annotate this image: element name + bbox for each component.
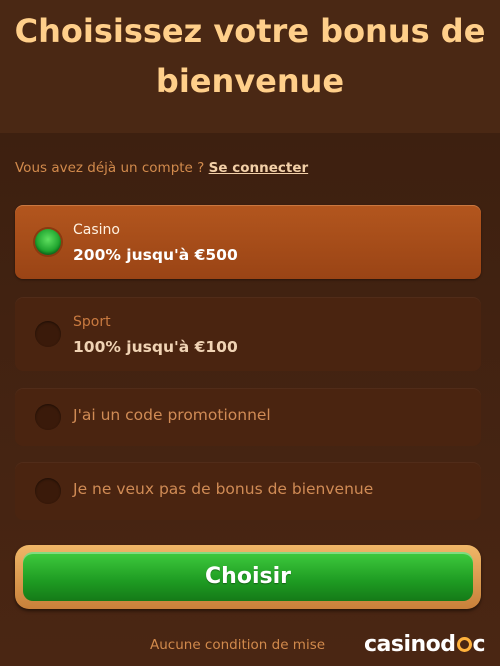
option-casino[interactable]: Casino 200% jusqu'à €500 [15,205,481,279]
option-no-bonus[interactable]: Je ne veux pas de bonus de bienvenue [15,462,481,520]
radio-no-bonus[interactable] [35,478,61,504]
option-sport-value: 100% jusqu'à €100 [73,338,238,356]
page-title: Choisissez votre bonus de bienvenue [14,12,486,100]
login-prompt: Vous avez déjà un compte ? Se connecter [15,160,308,176]
choose-button[interactable]: Choisir [23,552,473,601]
option-sport[interactable]: Sport 100% jusqu'à €100 [15,297,481,371]
casinodoc-logo: casinod c [364,632,486,657]
login-link[interactable]: Se connecter [209,160,309,176]
radio-promo-code[interactable] [35,404,61,430]
radio-casino[interactable] [35,229,61,255]
option-promo-code[interactable]: J'ai un code promotionnel [15,388,481,446]
option-no-bonus-label: Je ne veux pas de bonus de bienvenue [73,480,374,498]
logo-o-icon [456,637,472,652]
header: Choisissez votre bonus de bienvenue [0,0,500,133]
option-sport-label: Sport [73,314,111,330]
option-promo-code-label: J'ai un code promotionnel [73,406,271,424]
option-casino-label: Casino [73,222,120,238]
wagering-note: Aucune condition de mise [150,637,326,653]
radio-sport[interactable] [35,321,61,347]
login-prompt-text: Vous avez déjà un compte ? [15,160,205,176]
choose-button-frame: Choisir [15,545,481,609]
option-casino-value: 200% jusqu'à €500 [73,246,238,264]
